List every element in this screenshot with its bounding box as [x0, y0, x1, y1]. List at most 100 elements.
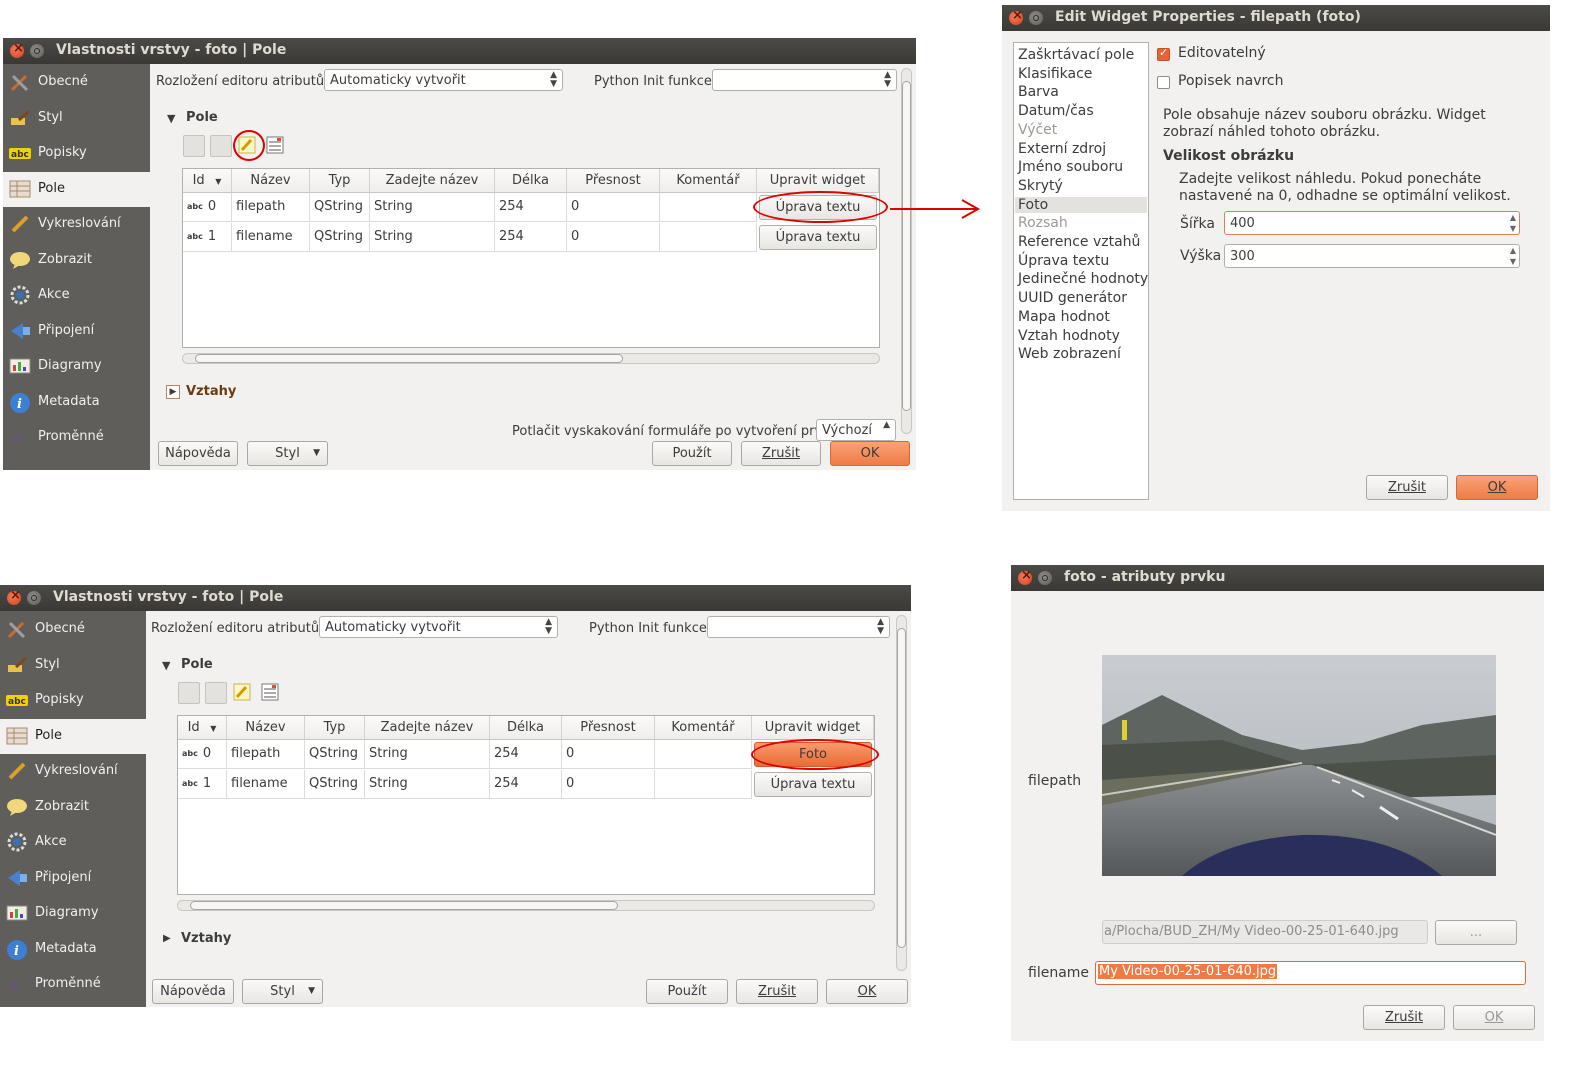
sidebar-item-obecné[interactable]: Obecné — [0, 612, 147, 647]
table-cell-comment[interactable] — [660, 222, 757, 252]
sidebar-item-styl[interactable]: Styl — [0, 648, 147, 683]
sidebar-item-zobrazit[interactable]: Zobrazit — [3, 243, 150, 278]
sidebar-item-vykreslování[interactable]: Vykreslování — [3, 207, 150, 242]
vertical-scroll-thumb[interactable] — [897, 628, 906, 948]
height-spinbox[interactable]: 300 ▲ ▼ — [1224, 244, 1520, 268]
column-header[interactable]: Typ — [305, 716, 365, 740]
widget-type-item[interactable]: Vztah hodnoty — [1018, 328, 1120, 344]
table-cell-type-name[interactable]: String — [365, 769, 490, 799]
style-dropdown-button[interactable]: Styl ▼ — [247, 441, 328, 466]
editable-checkbox[interactable] — [1157, 46, 1170, 61]
table-cell-precision[interactable]: 0 — [562, 769, 655, 799]
column-header[interactable]: Název — [227, 716, 305, 740]
widget-type-item[interactable]: Úprava textu — [1018, 253, 1109, 269]
field-calculator-icon[interactable] — [265, 135, 285, 155]
table-cell-name[interactable]: filepath — [227, 740, 305, 769]
ok-button[interactable]: OK — [830, 441, 910, 466]
field-calculator-icon[interactable] — [260, 682, 280, 702]
sidebar-item-metadata[interactable]: i Metadata — [3, 385, 150, 420]
help-button[interactable]: Nápověda — [152, 979, 234, 1004]
table-cell-id[interactable]: abc 1 — [183, 222, 232, 252]
column-header[interactable]: Id ▼ — [183, 169, 232, 193]
widget-type-item[interactable]: Reference vztahů — [1018, 234, 1140, 250]
widget-type-item[interactable]: Výčet — [1018, 122, 1057, 138]
table-cell-comment[interactable] — [655, 740, 752, 769]
table-horizontal-scrollbar[interactable] — [177, 900, 875, 911]
vertical-scrollbar[interactable] — [896, 615, 907, 971]
table-cell-type-name[interactable]: String — [365, 740, 490, 769]
table-cell-typ[interactable]: QString — [310, 222, 370, 252]
cancel-button[interactable]: Zrušit — [736, 979, 818, 1004]
widget-type-item[interactable]: Zaškrtávací pole — [1018, 47, 1134, 63]
widget-type-item[interactable]: Mapa hodnot — [1018, 309, 1110, 325]
table-cell-length[interactable]: 254 — [495, 222, 567, 252]
table-cell-precision[interactable]: 0 — [567, 222, 660, 252]
sidebar-item-popisky[interactable]: abc Popisky — [0, 683, 147, 718]
widget-type-item[interactable]: Barva — [1018, 84, 1059, 100]
widget-type-item[interactable]: Klasifikace — [1018, 66, 1092, 82]
table-cell-length[interactable]: 254 — [490, 769, 562, 799]
table-cell-length[interactable]: 254 — [495, 193, 567, 222]
table-cell-length[interactable]: 254 — [490, 740, 562, 769]
table-cell-id[interactable]: abc 0 — [183, 193, 232, 222]
sidebar-item-zobrazit[interactable]: Zobrazit — [0, 790, 147, 825]
delete-field-icon[interactable] — [205, 682, 227, 704]
delete-field-icon[interactable] — [210, 135, 232, 157]
table-cell-precision[interactable]: 0 — [562, 740, 655, 769]
minimize-window-icon[interactable] — [27, 591, 41, 605]
ok-button[interactable]: OK — [1453, 1005, 1535, 1030]
table-cell-precision[interactable]: 0 — [567, 193, 660, 222]
width-spinbox[interactable]: 400 ▲ ▼ — [1224, 211, 1520, 235]
column-header[interactable]: Zadejte název — [370, 169, 495, 193]
horizontal-scroll-thumb[interactable] — [195, 354, 623, 363]
table-cell-typ[interactable]: QString — [305, 740, 365, 769]
table-cell-comment[interactable] — [660, 193, 757, 222]
sidebar-item-vykreslování[interactable]: Vykreslování — [0, 754, 147, 789]
close-window-icon[interactable] — [7, 588, 21, 605]
widget-type-item[interactable]: Foto — [1015, 196, 1147, 213]
table-cell-name[interactable]: filepath — [232, 193, 310, 222]
editor-layout-select[interactable]: Automaticky vytvořit ▲ ▼ — [324, 69, 563, 91]
sidebar-item-připojení[interactable]: Připojení — [0, 861, 147, 896]
table-cell-name[interactable]: filename — [227, 769, 305, 799]
sidebar-item-styl[interactable]: Styl — [3, 101, 150, 136]
ok-button[interactable]: OK — [1456, 475, 1538, 500]
sidebar-item-akce[interactable]: Akce — [0, 825, 147, 860]
edit-widget-button[interactable]: Úprava textu — [759, 224, 877, 250]
column-header[interactable]: Název — [232, 169, 310, 193]
table-cell-type-name[interactable]: String — [370, 222, 495, 252]
cancel-button[interactable]: Zrušit — [741, 441, 821, 466]
close-window-icon[interactable] — [1009, 8, 1023, 25]
toggle-edit-pencil-icon[interactable] — [232, 682, 252, 702]
new-field-icon[interactable] — [183, 135, 205, 157]
edit-widget-button[interactable]: Úprava textu — [754, 771, 872, 797]
filename-input[interactable]: My Video-00-25-01-640.jpg — [1095, 961, 1526, 985]
column-header[interactable]: Přesnost — [567, 169, 660, 193]
expand-triangle-icon[interactable]: ▶ — [163, 933, 171, 944]
column-header[interactable]: Zadejte název — [365, 716, 490, 740]
column-header[interactable]: Délka — [490, 716, 562, 740]
column-header[interactable]: Upravit widget — [757, 169, 879, 193]
widget-type-item[interactable]: Externí zdroj — [1018, 141, 1106, 157]
vertical-scroll-thumb[interactable] — [902, 81, 911, 411]
widget-type-item[interactable]: Jedinečné hodnoty — [1018, 271, 1148, 287]
apply-button[interactable]: Použít — [652, 441, 732, 466]
editor-layout-select[interactable]: Automaticky vytvořit ▲ ▼ — [319, 616, 558, 638]
cancel-button[interactable]: Zrušit — [1366, 475, 1448, 500]
sidebar-item-diagramy[interactable]: Diagramy — [0, 896, 147, 931]
column-header[interactable]: Komentář — [655, 716, 752, 740]
widget-type-item[interactable]: Rozsah — [1018, 215, 1068, 231]
minimize-window-icon[interactable] — [1029, 11, 1043, 25]
table-cell-name[interactable]: filename — [232, 222, 310, 252]
style-dropdown-button[interactable]: Styl ▼ — [242, 979, 323, 1004]
label-on-top-checkbox[interactable] — [1157, 76, 1170, 89]
sidebar-item-metadata[interactable]: i Metadata — [0, 932, 147, 967]
close-window-icon[interactable] — [1018, 568, 1032, 585]
widget-type-item[interactable]: Jméno souboru — [1018, 159, 1123, 175]
sidebar-item-akce[interactable]: Akce — [3, 278, 150, 313]
cancel-button[interactable]: Zrušit — [1363, 1005, 1445, 1030]
sidebar-item-pole[interactable]: Pole — [0, 718, 147, 754]
widget-type-item[interactable]: Web zobrazení — [1018, 346, 1121, 362]
sidebar-item-pole[interactable]: Pole — [3, 171, 150, 207]
widget-type-item[interactable]: Skrytý — [1018, 178, 1063, 194]
